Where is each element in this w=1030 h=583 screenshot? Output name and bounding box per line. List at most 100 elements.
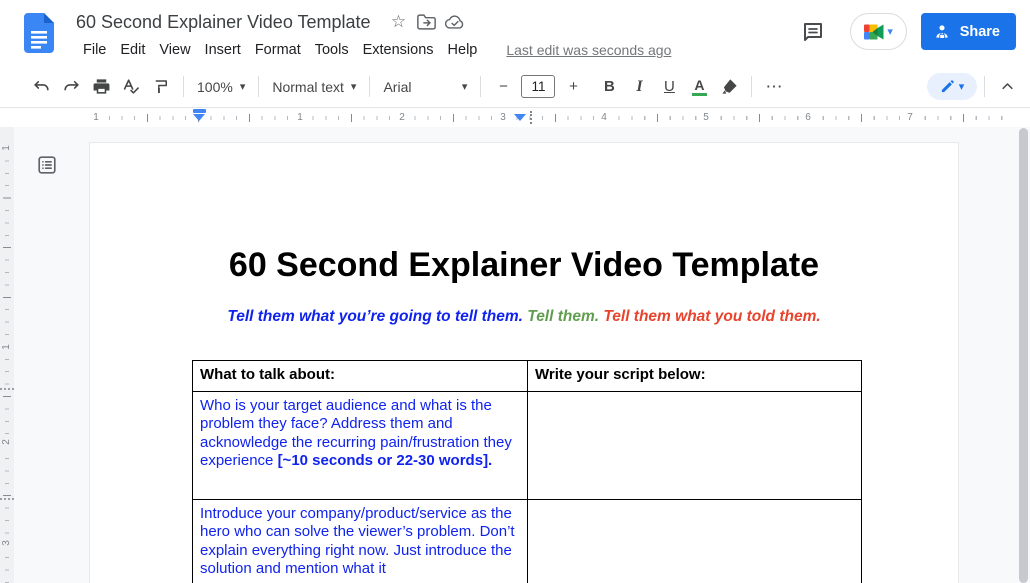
vruler-number: 2 (0, 435, 14, 449)
ruler-ticks (3, 148, 11, 583)
meet-video-call-button[interactable]: ▾ (850, 13, 907, 50)
share-lock-person-icon (933, 23, 951, 41)
text-color-a-icon: A (692, 78, 706, 96)
zoom-select[interactable]: 100% ▾ (191, 73, 251, 101)
ruler-ticks (96, 114, 1014, 122)
hruler-number: 3 (496, 111, 510, 124)
text-color-button[interactable]: A (686, 73, 712, 101)
hruler-number: 1 (293, 111, 307, 124)
vertical-scrollbar[interactable] (1019, 128, 1028, 583)
hruler-number: 4 (597, 111, 611, 124)
what-to-talk-about-cell[interactable]: Who is your target audience and what is … (193, 392, 528, 500)
subtitle-segment: Tell them what you told them. (603, 308, 820, 325)
menu-file[interactable]: File (76, 40, 113, 60)
spell-check-icon[interactable] (118, 73, 144, 101)
star-icon[interactable]: ☆ (389, 12, 409, 32)
toolbar-divider (183, 76, 184, 97)
increase-font-size-button[interactable]: + (560, 73, 586, 101)
share-button[interactable]: Share (921, 13, 1016, 50)
show-document-outline-icon[interactable] (34, 152, 60, 178)
undo-icon[interactable] (28, 73, 54, 101)
document-title[interactable]: 60 Second Explainer Video Template (76, 12, 371, 33)
move-to-folder-icon[interactable] (417, 12, 437, 32)
menu-help[interactable]: Help (441, 40, 485, 60)
vertical-ruler[interactable]: 1 1 2 3 (0, 127, 14, 583)
hruler-number: 7 (903, 111, 917, 124)
vruler-number: 3 (0, 536, 14, 550)
topbar-actions: ▾ Share (798, 13, 1016, 50)
zoom-value: 100% (197, 79, 233, 95)
hruler-number: 5 (699, 111, 713, 124)
subtitle-segment: Tell them what you’re going to tell them… (227, 308, 527, 325)
document-subtitle[interactable]: Tell them what you’re going to tell them… (90, 308, 958, 327)
left-indent-marker[interactable] (193, 109, 206, 121)
document-heading[interactable]: 60 Second Explainer Video Template (90, 245, 958, 286)
cell-text-segment: [~10 seconds or 22-30 words]. (278, 452, 493, 469)
font-size-input[interactable]: 11 (521, 75, 555, 98)
google-docs-app: 60 Second Explainer Video Template ☆ F (0, 0, 1030, 583)
last-edit-link[interactable]: Last edit was seconds ago (506, 42, 671, 58)
hide-menus-chevron-icon[interactable] (994, 73, 1020, 101)
cell-text-segment: Introduce your company/product/service a… (200, 505, 515, 577)
menu-tools[interactable]: Tools (308, 40, 356, 60)
comment-history-icon[interactable] (798, 17, 828, 47)
pencil-icon (940, 79, 955, 94)
scrollbar-thumb[interactable] (1019, 128, 1028, 583)
hruler-number: 2 (395, 111, 409, 124)
paragraph-style-select[interactable]: Normal text ▾ (266, 73, 362, 101)
horizontal-ruler[interactable]: 11234567 (0, 108, 1030, 127)
menu-view[interactable]: View (152, 40, 197, 60)
script-table[interactable]: What to talk about:Write your script bel… (192, 360, 862, 583)
share-label: Share (960, 24, 1000, 40)
more-toolbar-options-button[interactable]: ⋯ (761, 73, 787, 101)
chevron-down-icon: ▾ (462, 80, 468, 93)
decrease-font-size-button[interactable]: − (490, 73, 516, 101)
hruler-number: 1 (89, 111, 103, 124)
italic-button[interactable]: I (626, 73, 652, 101)
redo-icon[interactable] (58, 73, 84, 101)
toolbar-divider (258, 76, 259, 97)
menu-extensions[interactable]: Extensions (356, 40, 441, 60)
toolbar-divider (480, 76, 481, 97)
document-workspace: 11234567 1123 60 Second Explainer Video … (0, 108, 1030, 583)
chevron-down-icon: ▾ (351, 80, 357, 93)
table-row-marker[interactable] (0, 498, 14, 504)
toolbar-divider (751, 76, 752, 97)
table-column-divider-marker[interactable] (530, 111, 532, 124)
table-header-row: What to talk about:Write your script bel… (193, 361, 862, 392)
menu-bar: FileEditViewInsertFormatToolsExtensionsH… (76, 37, 671, 63)
menu-insert[interactable]: Insert (198, 40, 248, 60)
chevron-down-icon: ▾ (240, 80, 246, 93)
table-row-marker[interactable] (0, 388, 14, 394)
paint-format-icon[interactable] (148, 73, 174, 101)
menu-format[interactable]: Format (248, 40, 308, 60)
font-family-select[interactable]: Arial ▾ (377, 73, 473, 101)
table-header-cell[interactable]: Write your script below: (528, 361, 862, 392)
font-value: Arial (383, 79, 411, 95)
print-icon[interactable] (88, 73, 114, 101)
table-header-cell[interactable]: What to talk about: (193, 361, 528, 392)
vruler-number: 1 (0, 340, 14, 354)
document-status-cloud-icon[interactable] (445, 12, 465, 32)
menu-edit[interactable]: Edit (113, 40, 152, 60)
first-line-indent-marker[interactable] (193, 109, 206, 113)
title-block: 60 Second Explainer Video Template ☆ F (76, 8, 671, 63)
editing-mode-button[interactable]: ▾ (927, 73, 977, 100)
chevron-down-icon: ▾ (959, 80, 965, 93)
script-cell[interactable] (528, 392, 862, 500)
toolbar-divider (984, 76, 985, 97)
top-bar: 60 Second Explainer Video Template ☆ F (0, 0, 1030, 66)
vruler-number: 1 (0, 141, 14, 155)
document-page[interactable]: 60 Second Explainer Video Template Tell … (90, 143, 958, 583)
bold-button[interactable]: B (596, 73, 622, 101)
highlight-color-icon[interactable] (716, 73, 742, 101)
style-value: Normal text (272, 79, 344, 95)
script-cell[interactable] (528, 500, 862, 583)
table-row: Introduce your company/product/service a… (193, 500, 862, 583)
google-docs-logo-icon[interactable] (24, 13, 54, 53)
underline-button[interactable]: U (656, 73, 682, 101)
meet-caret-icon: ▾ (887, 25, 893, 38)
right-indent-marker[interactable] (514, 114, 526, 121)
format-toolbar: 100% ▾ Normal text ▾ Arial ▾ − 11 + B I … (0, 66, 1030, 108)
what-to-talk-about-cell[interactable]: Introduce your company/product/service a… (193, 500, 528, 583)
